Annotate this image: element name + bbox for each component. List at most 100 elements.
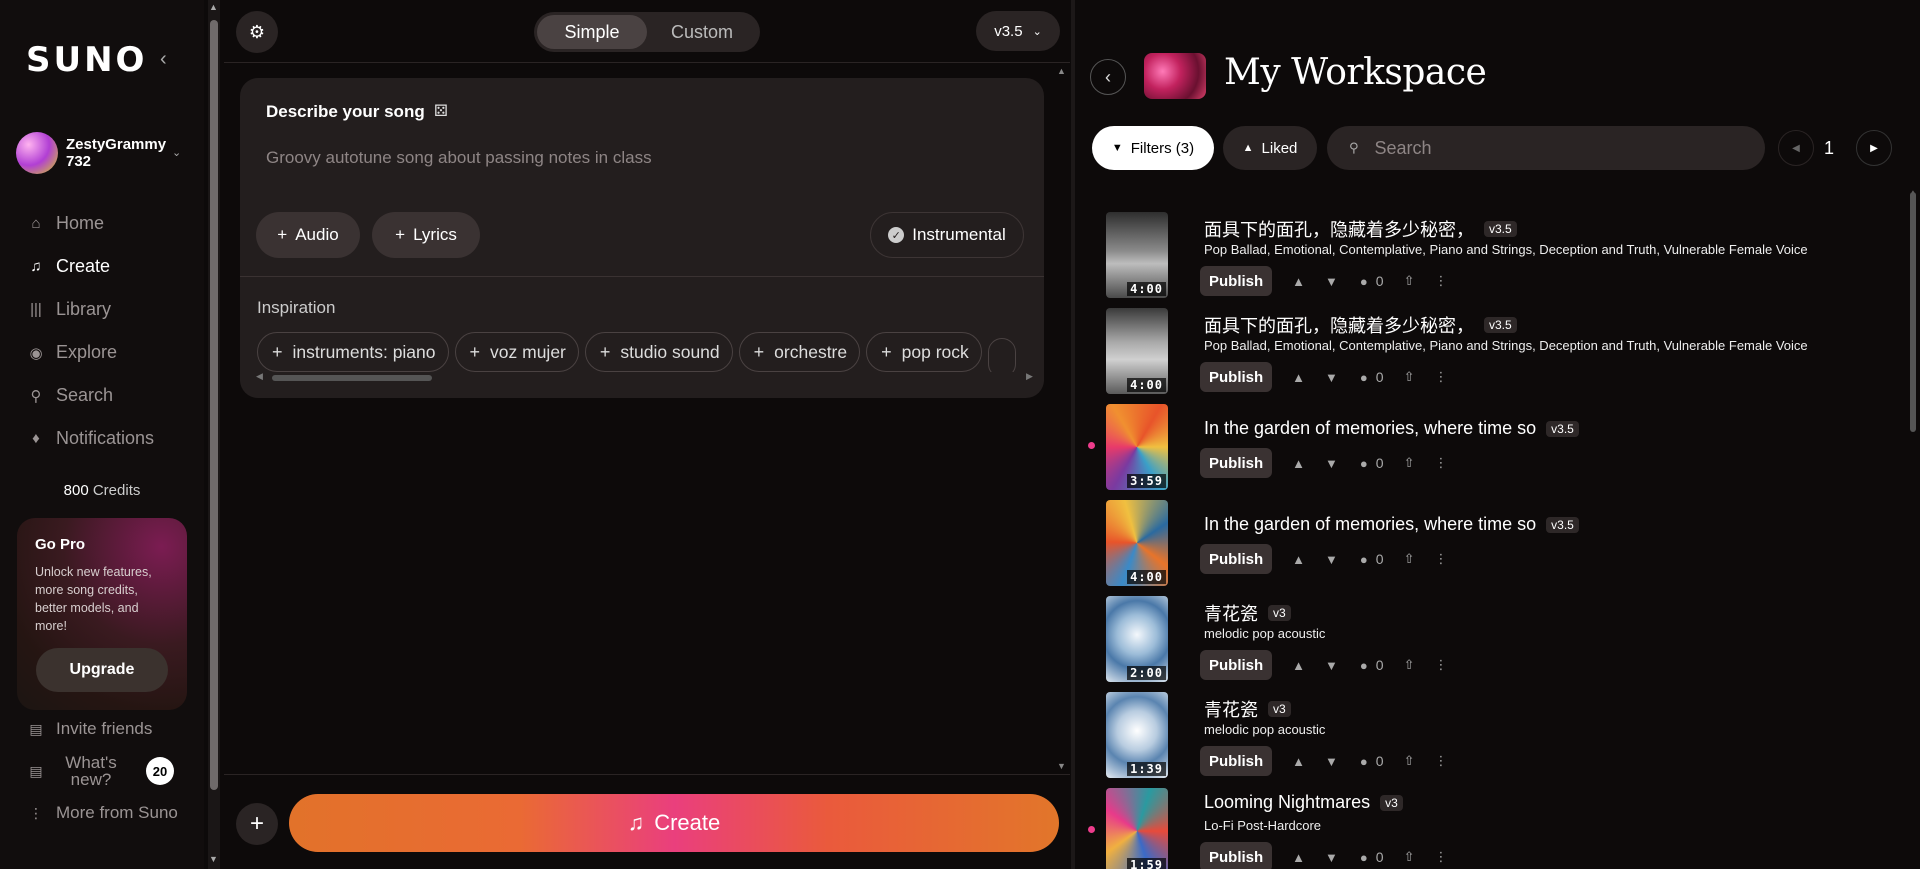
scroll-up-icon[interactable]: ▲ xyxy=(209,2,218,12)
list-item[interactable]: 3:59 In the garden of memories, where ti… xyxy=(1076,402,1906,498)
tab-custom[interactable]: Custom xyxy=(647,15,757,49)
share-icon[interactable]: ⇧ xyxy=(1404,369,1415,385)
thumbs-down-icon[interactable]: ▼ xyxy=(1325,552,1338,567)
publish-button[interactable]: Publish xyxy=(1200,448,1273,478)
comment-icon[interactable]: ● xyxy=(1360,274,1368,289)
inspiration-chip[interactable]: + voz mujer xyxy=(454,332,579,372)
thumbs-down-icon[interactable]: ▼ xyxy=(1325,658,1338,673)
add-button[interactable]: + xyxy=(236,803,278,845)
instrumental-toggle[interactable]: ✓ Instrumental xyxy=(870,212,1024,258)
more-vertical-icon[interactable]: ⋮ xyxy=(1434,849,1447,865)
song-tags[interactable]: Pop Ballad, Emotional, Contemplative, Pi… xyxy=(1204,338,1808,353)
publish-button[interactable]: Publish xyxy=(1200,544,1273,574)
scroll-up-icon[interactable]: ▲ xyxy=(1057,66,1066,76)
publish-button[interactable]: Publish xyxy=(1200,746,1273,776)
next-page-button[interactable]: ▶ xyxy=(1856,130,1892,166)
sidebar-scrollbar[interactable]: ▲ ▼ xyxy=(208,0,220,869)
back-button[interactable]: ‹ xyxy=(1090,59,1126,95)
sidebar-item-explore[interactable]: ◉ Explore xyxy=(26,331,154,374)
thumbs-up-icon[interactable]: ▲ xyxy=(1292,658,1305,673)
share-icon[interactable]: ⇧ xyxy=(1404,849,1415,865)
search-input[interactable] xyxy=(1374,137,1735,159)
song-title[interactable]: In the garden of memories, where time so xyxy=(1204,514,1536,535)
create-panel-scrollbar[interactable]: ▲ ▼ xyxy=(1056,66,1068,771)
sidebar-item-search[interactable]: ⚲ Search xyxy=(26,374,154,417)
sidebar-item-library[interactable]: ||| Library xyxy=(26,288,154,331)
create-button[interactable]: ♫ Create xyxy=(289,794,1059,852)
sidebar-item-create[interactable]: ♫ Create xyxy=(26,245,154,288)
song-title[interactable]: 面具下的面孔，隐藏着多少秘密， xyxy=(1204,312,1474,338)
more-vertical-icon[interactable]: ⋮ xyxy=(1434,455,1447,471)
share-icon[interactable]: ⇧ xyxy=(1404,273,1415,289)
version-select[interactable]: v3.5 ⌄ xyxy=(976,11,1060,51)
more-vertical-icon[interactable]: ⋮ xyxy=(1434,753,1447,769)
more-vertical-icon[interactable]: ⋮ xyxy=(1434,657,1447,673)
comment-icon[interactable]: ● xyxy=(1360,754,1368,769)
song-cover[interactable]: 2:00 xyxy=(1106,596,1168,682)
list-item[interactable]: 2:00 青花瓷 v3 melodic pop acoustic Publish… xyxy=(1076,594,1906,690)
comment-icon[interactable]: ● xyxy=(1360,456,1368,471)
publish-button[interactable]: Publish xyxy=(1200,362,1273,392)
chips-scrollbar-thumb[interactable] xyxy=(272,375,432,381)
song-title[interactable]: 青花瓷 xyxy=(1204,696,1258,722)
thumbs-down-icon[interactable]: ▼ xyxy=(1325,754,1338,769)
tab-simple[interactable]: Simple xyxy=(537,15,647,49)
publish-button[interactable]: Publish xyxy=(1200,650,1273,680)
collapse-sidebar-button[interactable]: ‹ xyxy=(160,48,167,71)
song-cover[interactable]: 4:00 xyxy=(1106,500,1168,586)
comment-icon[interactable]: ● xyxy=(1360,370,1368,385)
upgrade-button[interactable]: Upgrade xyxy=(36,648,168,692)
comment-icon[interactable]: ● xyxy=(1360,658,1368,673)
song-cover[interactable]: 1:39 xyxy=(1106,692,1168,778)
scroll-down-icon[interactable]: ▼ xyxy=(1057,761,1066,771)
invite-friends-link[interactable]: ▤ Invite friends xyxy=(26,710,178,748)
comment-icon[interactable]: ● xyxy=(1360,850,1368,865)
song-description-input[interactable]: Groovy autotune song about passing notes… xyxy=(266,148,652,168)
liked-button[interactable]: ▲ Liked xyxy=(1223,126,1317,170)
share-icon[interactable]: ⇧ xyxy=(1404,455,1415,471)
inspiration-chip[interactable] xyxy=(987,337,1016,372)
song-title[interactable]: Looming Nightmares xyxy=(1204,792,1370,813)
dice-icon[interactable]: ⚄ xyxy=(434,101,448,121)
thumbs-down-icon[interactable]: ▼ xyxy=(1325,850,1338,865)
publish-button[interactable]: Publish xyxy=(1200,842,1273,869)
song-cover[interactable]: 4:00 xyxy=(1106,212,1168,298)
previous-page-button[interactable]: ◀ xyxy=(1778,130,1814,166)
add-lyrics-button[interactable]: + Lyrics xyxy=(372,212,480,258)
more-vertical-icon[interactable]: ⋮ xyxy=(1434,551,1447,567)
inspiration-chip[interactable]: + studio sound xyxy=(584,332,733,372)
scroll-left-icon[interactable]: ◀ xyxy=(256,371,263,382)
scroll-down-icon[interactable]: ▼ xyxy=(209,854,218,864)
song-tags[interactable]: melodic pop acoustic xyxy=(1204,722,1325,737)
thumbs-down-icon[interactable]: ▼ xyxy=(1325,274,1338,289)
thumbs-down-icon[interactable]: ▼ xyxy=(1325,456,1338,471)
sidebar-item-home[interactable]: ⌂ Home xyxy=(26,202,154,245)
song-cover[interactable]: 1:59 xyxy=(1106,788,1168,869)
settings-button[interactable]: ⚙ xyxy=(236,11,278,53)
thumbs-up-icon[interactable]: ▲ xyxy=(1292,456,1305,471)
publish-button[interactable]: Publish xyxy=(1200,266,1273,296)
song-tags[interactable]: melodic pop acoustic xyxy=(1204,626,1325,641)
song-cover[interactable]: 4:00 xyxy=(1106,308,1168,394)
add-audio-button[interactable]: + Audio xyxy=(256,212,360,258)
user-menu[interactable]: ZestyGrammy 732 ⌄ xyxy=(16,132,181,174)
sidebar-item-notifications[interactable]: ♦ Notifications xyxy=(26,417,154,460)
suno-logo[interactable]: SUNO xyxy=(26,40,147,80)
song-cover[interactable]: 3:59 xyxy=(1106,404,1168,490)
scrollbar-thumb[interactable] xyxy=(210,20,218,790)
song-tags[interactable]: Pop Ballad, Emotional, Contemplative, Pi… xyxy=(1204,242,1808,257)
thumbs-up-icon[interactable]: ▲ xyxy=(1292,274,1305,289)
thumbs-up-icon[interactable]: ▲ xyxy=(1292,754,1305,769)
more-from-suno-link[interactable]: ⋮ More from Suno xyxy=(26,794,178,832)
filters-button[interactable]: ▼ Filters (3) xyxy=(1092,126,1214,170)
list-item[interactable]: 1:39 青花瓷 v3 melodic pop acoustic Publish… xyxy=(1076,690,1906,786)
inspiration-chip[interactable]: + pop rock xyxy=(866,332,982,372)
thumbs-up-icon[interactable]: ▲ xyxy=(1292,370,1305,385)
song-title[interactable]: 面具下的面孔，隐藏着多少秘密， xyxy=(1204,216,1474,242)
thumbs-down-icon[interactable]: ▼ xyxy=(1325,370,1338,385)
share-icon[interactable]: ⇧ xyxy=(1404,551,1415,567)
more-vertical-icon[interactable]: ⋮ xyxy=(1434,369,1447,385)
share-icon[interactable]: ⇧ xyxy=(1404,753,1415,769)
list-item[interactable]: 4:00 面具下的面孔，隐藏着多少秘密， v3.5 Pop Ballad, Em… xyxy=(1076,210,1906,306)
whats-new-link[interactable]: ▤ What's new? 20 xyxy=(26,748,178,794)
